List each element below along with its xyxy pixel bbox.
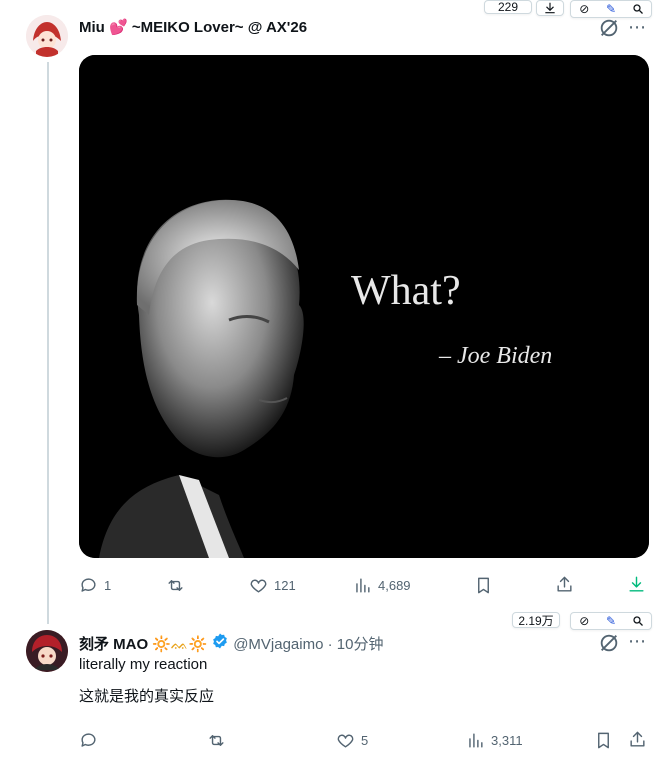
block-icon[interactable]: ⊘ [573, 610, 595, 632]
like-button[interactable]: 121 [249, 576, 296, 595]
block-icon[interactable]: ⊘ [573, 0, 595, 20]
bookmark-button-2[interactable] [594, 731, 613, 750]
views-icon [469, 733, 483, 748]
reply-button-2[interactable] [79, 731, 98, 750]
like-icon [337, 734, 354, 748]
search-icon[interactable] [627, 610, 649, 632]
extension-toolbar-2: ⊘ ✎ [570, 612, 652, 630]
bookmark-icon [598, 732, 609, 749]
download-icon [629, 576, 644, 592]
tweet2-counter-badge: 2.19万 [512, 612, 560, 628]
image-attribution: – Joe Biden [439, 343, 553, 369]
share-icon [630, 731, 645, 747]
tweet2-header: 刻矛 MAO 🔆ᨐ🔆 @MVjagaimo · 10分钟 [79, 632, 383, 655]
tweet2-text-line2: 这就是我的真实反应 [79, 688, 215, 705]
reply-button[interactable]: 1 [79, 576, 111, 595]
tweet2-text-line1: literally my reaction [79, 656, 208, 673]
download-media-button[interactable] [627, 575, 646, 594]
retweet-icon [209, 735, 224, 746]
share-icon [557, 576, 572, 592]
name-emojis: 🔆ᨐ🔆 [152, 635, 208, 653]
grok-icon[interactable] [598, 632, 620, 659]
avatar-mao[interactable] [26, 630, 68, 672]
grok-icon[interactable] [598, 17, 620, 44]
reply-icon [81, 733, 96, 747]
verified-icon [211, 632, 229, 655]
views-button[interactable]: 4,689 [353, 576, 411, 595]
views-button-2[interactable]: 3,311 [466, 731, 523, 750]
reply-icon [81, 578, 96, 592]
image-headline: What? [351, 268, 461, 314]
thread-line [47, 62, 49, 624]
tweet2-display-name[interactable]: 刻矛 MAO [79, 633, 148, 654]
retweet-icon [168, 580, 183, 591]
like-button-2[interactable]: 5 [336, 731, 368, 750]
pen-icon[interactable]: ✎ [600, 610, 622, 632]
views-icon [356, 578, 370, 593]
retweet-button-2[interactable] [207, 731, 226, 750]
more-icon[interactable]: ⋯ [628, 17, 647, 38]
more-icon[interactable]: ⋯ [628, 631, 647, 652]
tweet1-image[interactable]: What? – Joe Biden [79, 55, 649, 558]
extension-toolbar: ⊘ ✎ [570, 0, 652, 18]
share-button[interactable] [555, 575, 574, 594]
tweet2-handle-time[interactable]: @MVjagaimo · 10分钟 [233, 633, 383, 654]
retweet-button[interactable] [166, 576, 185, 595]
share-button-2[interactable] [628, 730, 647, 749]
bookmark-icon [478, 577, 489, 594]
avatar-miu[interactable] [26, 15, 68, 57]
like-icon [250, 579, 267, 593]
tweet1-display-name[interactable]: Miu 💕 ~MEIKO Lover~ @ AX'26 [79, 18, 307, 36]
download-icon[interactable] [536, 0, 564, 16]
tweet1-counter-badge: 229 [484, 0, 532, 14]
bookmark-button[interactable] [474, 576, 493, 595]
